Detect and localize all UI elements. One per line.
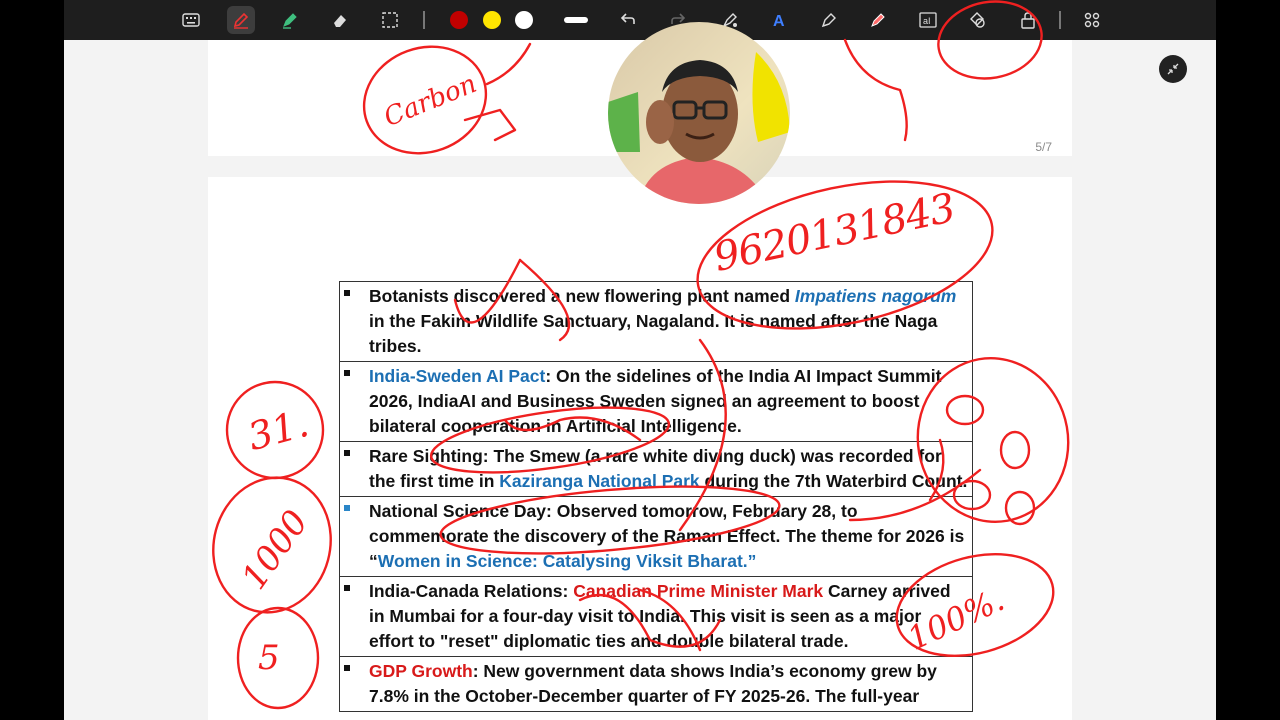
pen-icon[interactable] — [227, 6, 255, 34]
bullet-icon — [344, 505, 350, 511]
bullet-icon — [344, 290, 350, 296]
news-item: GDP Growth: New government data shows In… — [340, 657, 972, 711]
lock-icon[interactable] — [1014, 6, 1042, 34]
news-text: India-Sweden AI Pact — [369, 366, 546, 386]
lasso-select-icon[interactable] — [376, 6, 404, 34]
current-page: Botanists discovered a new flowering pla… — [208, 177, 1072, 720]
stroke-width-icon[interactable] — [561, 6, 591, 34]
news-text: Kaziranga National Park — [499, 471, 700, 491]
news-text: GDP Growth — [369, 661, 473, 681]
news-text: Impatiens nagorum — [794, 286, 957, 306]
yellow-color-swatch[interactable] — [483, 11, 501, 29]
current-affairs-box: Botanists discovered a new flowering pla… — [339, 281, 973, 712]
news-text: India-Canada Relations: — [369, 581, 574, 601]
grid-icon[interactable] — [1078, 6, 1106, 34]
collapse-icon[interactable] — [1159, 55, 1187, 83]
undo-icon[interactable] — [614, 6, 642, 34]
news-item: Botanists discovered a new flowering pla… — [340, 282, 972, 362]
red-pen-icon[interactable] — [864, 6, 892, 34]
news-item: National Science Day: Observed tomorrow,… — [340, 497, 972, 577]
bullet-icon — [344, 585, 350, 591]
svg-text:A: A — [773, 13, 785, 29]
news-item: India-Sweden AI Pact: On the sidelines o… — [340, 362, 972, 442]
text-icon[interactable]: A — [765, 6, 793, 34]
red-color-swatch[interactable] — [450, 11, 468, 29]
news-text: Canadian Prime Minister Mark — [573, 581, 824, 601]
keyboard-icon[interactable] — [177, 6, 205, 34]
shapes-icon[interactable] — [963, 6, 991, 34]
annotation-toolbar: A aI — [64, 0, 1216, 40]
svg-text:aI: aI — [923, 16, 931, 26]
text-box-icon[interactable]: aI — [914, 6, 942, 34]
highlighter-icon[interactable] — [276, 6, 304, 34]
shape-pen-icon[interactable] — [815, 6, 843, 34]
news-text: during the 7th Waterbird Count. — [699, 471, 968, 491]
bullet-icon — [344, 370, 350, 376]
white-color-swatch[interactable] — [515, 11, 533, 29]
webcam-overlay — [608, 22, 790, 204]
page-counter: 5/7 — [1035, 140, 1052, 154]
bullet-icon — [344, 665, 350, 671]
news-text: Botanists discovered a new flowering pla… — [369, 286, 795, 306]
news-item: India-Canada Relations: Canadian Prime M… — [340, 577, 972, 657]
bullet-icon — [344, 450, 350, 456]
news-item: Rare Sighting: The Smew (a rare white di… — [340, 442, 972, 497]
news-text: Women in Science: Catalysing Viksit Bhar… — [377, 551, 757, 571]
eraser-icon[interactable] — [326, 6, 354, 34]
news-text: in the Fakim Wildlife Sanctuary, Nagalan… — [369, 311, 938, 356]
